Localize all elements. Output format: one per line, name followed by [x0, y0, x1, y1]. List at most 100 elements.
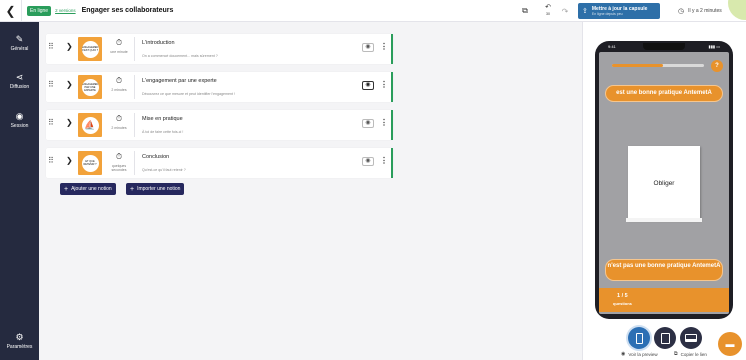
- duration: ⏱ 2 minutes: [108, 76, 130, 92]
- sidebar-item-diffusion[interactable]: ⋖ Diffusion: [0, 72, 39, 90]
- answer-top[interactable]: est une bonne pratique AntemetA: [605, 85, 723, 102]
- status-badge: En ligne: [27, 5, 52, 16]
- drag-handle-icon[interactable]: ⠿: [48, 80, 54, 89]
- stopwatch-icon: ⏱: [115, 152, 123, 161]
- duration: ⏱ quelques secondes: [108, 152, 130, 172]
- chat-icon: ▬: [725, 339, 735, 349]
- plus-icon: +: [130, 185, 135, 193]
- chat-button[interactable]: ▬: [718, 332, 742, 356]
- sidebar-item-label: Diffusion: [9, 84, 30, 90]
- chevron-right-icon[interactable]: ❯: [66, 156, 73, 165]
- drag-handle-icon[interactable]: ⠿: [48, 156, 54, 165]
- notion-title[interactable]: L'introduction: [142, 40, 175, 46]
- status-accent: [391, 148, 393, 178]
- divider: [134, 37, 135, 61]
- more-options-icon[interactable]: ⋮: [380, 80, 388, 89]
- translate-button[interactable]: ⧉: [519, 3, 531, 19]
- sidebar-item-parametres[interactable]: ⚙ Paramètres: [0, 332, 39, 350]
- notion-subtitle: À toi de faire cette fois-ci !: [142, 130, 184, 134]
- battery-icon: ▮▮▮ ▭: [708, 44, 721, 49]
- upload-icon: ⇪: [582, 8, 588, 15]
- more-options-icon[interactable]: ⋮: [380, 118, 388, 127]
- device-phone-button[interactable]: [628, 327, 650, 349]
- device-tablet-button[interactable]: [654, 327, 676, 349]
- status-accent: [391, 72, 393, 102]
- stopwatch-icon: ⏱: [115, 76, 123, 85]
- page-title: Engager ses collaborateurs: [81, 7, 174, 14]
- counter-value: 1 / 5: [617, 293, 628, 299]
- notion-thumbnail: ⛵: [78, 113, 102, 137]
- duration-label: 2 minutes: [111, 88, 127, 92]
- notion-subtitle: On a commencé doucement... mais sûrement…: [142, 54, 218, 58]
- history-button[interactable]: ◷ Il y a 2 minutes: [678, 3, 722, 19]
- card-stack: [626, 218, 702, 222]
- gear-icon: ⚙: [15, 332, 24, 342]
- add-notion-button[interactable]: + Ajouter une notion: [60, 183, 116, 195]
- view-preview-link[interactable]: ◉ Voir la preview: [621, 351, 658, 357]
- status-accent: [391, 110, 393, 140]
- tablet-icon: [660, 332, 670, 344]
- duration-label: quelques secondes: [111, 164, 127, 172]
- counter-label: questions: [613, 301, 632, 306]
- phone-notch: [643, 43, 685, 50]
- thumbnail-text: L'ENGAGEMENT PAR UNE EXPERTE: [81, 78, 99, 96]
- duration: ⏱ une minute: [108, 38, 130, 54]
- eye-icon[interactable]: ◉: [362, 81, 374, 90]
- help-icon[interactable]: ?: [711, 60, 723, 72]
- sidebar-item-session[interactable]: ◉ Session: [0, 111, 39, 129]
- pencil-icon: ✎: [15, 34, 24, 44]
- copy-link-button[interactable]: ⧉ Copier le lien: [674, 351, 707, 357]
- question-counter: 1 / 5 questions: [599, 288, 729, 312]
- divider: [134, 151, 135, 175]
- stopwatch-icon: ⏱: [115, 38, 123, 47]
- sidebar-item-general[interactable]: ✎ Général: [0, 34, 39, 52]
- notion-subtitle: Découvrez ce que mesure et peut identifi…: [142, 92, 235, 96]
- eye-icon[interactable]: ◉: [362, 157, 374, 166]
- chevron-right-icon[interactable]: ❯: [66, 80, 73, 89]
- sidebar-item-label: Général: [10, 46, 29, 52]
- drag-handle-icon[interactable]: ⠿: [48, 42, 54, 51]
- thumbnail-text: L'ENGAGEMENT C'EST QUOI ?: [81, 40, 99, 58]
- copy-link-label: Copier le lien: [680, 351, 707, 357]
- notion-title[interactable]: Mise en pratique: [142, 116, 183, 122]
- phone-icon: [635, 332, 643, 344]
- notion-title[interactable]: L'engagement par une experte: [142, 78, 217, 84]
- chevron-right-icon[interactable]: ❯: [66, 42, 73, 51]
- notion-row[interactable]: ⠿ ❯ ⛵ ⏱ 2 minutes Mise en pratique À toi…: [46, 110, 393, 140]
- notion-subtitle: Qu'est-ce qu'il faut retenir ?: [142, 168, 186, 172]
- swipe-card[interactable]: Obliger: [628, 146, 700, 220]
- eye-icon[interactable]: ◉: [362, 43, 374, 52]
- divider: [134, 75, 135, 99]
- copy-icon: ⧉: [674, 351, 678, 357]
- more-options-icon[interactable]: ⋮: [380, 156, 388, 165]
- sidebar-item-label: Paramètres: [6, 344, 33, 350]
- eye-icon[interactable]: ◉: [362, 119, 374, 128]
- notion-row[interactable]: ⠿ ❯ L'ENGAGEMENT C'EST QUOI ? ⏱ une minu…: [46, 34, 393, 64]
- back-button[interactable]: ❮: [0, 0, 22, 22]
- undo-button[interactable]: ↶ 30: [541, 3, 555, 19]
- notion-row[interactable]: ⠿ ❯ ET QUE RETENIR ? ⏱ quelques secondes…: [46, 148, 393, 178]
- update-capsule-button[interactable]: ⇪ Mettre à jour la capsule En ligne depu…: [578, 3, 660, 19]
- chevron-right-icon[interactable]: ❯: [66, 118, 73, 127]
- import-notion-button[interactable]: + Importer une notion: [126, 183, 185, 195]
- device-desktop-button[interactable]: [680, 327, 702, 349]
- redo-icon: ↷: [561, 6, 569, 16]
- thumbnail-text: ET QUE RETENIR ?: [81, 154, 99, 172]
- view-preview-label: Voir la preview: [628, 351, 658, 357]
- drag-handle-icon[interactable]: ⠿: [48, 118, 54, 127]
- notion-thumbnail: ET QUE RETENIR ?: [78, 151, 102, 175]
- redo-button[interactable]: ↷: [559, 3, 571, 19]
- duration-label: une minute: [110, 50, 128, 54]
- eye-icon: ◉: [621, 351, 626, 357]
- duration: ⏱ 2 minutes: [108, 114, 130, 130]
- more-options-icon[interactable]: ⋮: [380, 42, 388, 51]
- notion-title[interactable]: Conclusion: [142, 154, 169, 160]
- notion-row[interactable]: ⠿ ❯ L'ENGAGEMENT PAR UNE EXPERTE ⏱ 2 min…: [46, 72, 393, 102]
- card-text: Obliger: [653, 179, 675, 187]
- answer-bottom[interactable]: n'est pas une bonne pratique AntemetA: [605, 259, 723, 281]
- plus-icon: +: [64, 185, 69, 193]
- versions-link[interactable]: 2 versions: [55, 8, 76, 13]
- divider: [134, 113, 135, 137]
- desktop-icon: [685, 334, 697, 342]
- quiz-progress-fill: [612, 64, 663, 67]
